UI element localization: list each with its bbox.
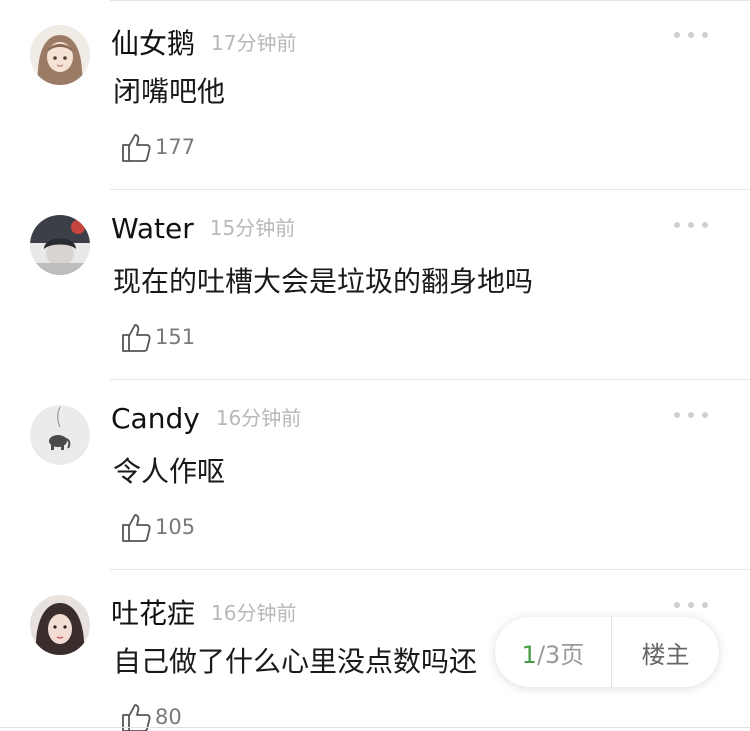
user-avatar[interactable] <box>30 215 90 275</box>
comment-time: 17分钟前 <box>211 31 297 55</box>
comment-time: 16分钟前 <box>211 601 297 625</box>
comment-text: 现在的吐槽大会是垃圾的翻身地吗 <box>113 265 534 298</box>
comment-text: 闭嘴吧他 <box>113 75 226 108</box>
more-options-icon[interactable] <box>674 220 708 230</box>
more-options-icon[interactable] <box>674 600 708 610</box>
girl-avatar-icon <box>30 25 90 85</box>
more-options-icon[interactable] <box>674 410 708 420</box>
elephant-avatar-icon <box>30 405 90 465</box>
username-text: Water <box>111 212 194 245</box>
girl-photo-avatar-icon <box>30 595 90 655</box>
like-count: 105 <box>155 515 196 539</box>
comment-item: Candy 16分钟前 令人作呕 105 <box>0 380 750 570</box>
like-count: 80 <box>155 705 182 729</box>
comment-username[interactable]: 吐花症 16分钟前 <box>111 592 296 632</box>
comment-time: 16分钟前 <box>215 406 302 430</box>
username-text: Candy <box>111 402 200 435</box>
total-pages: /3页 <box>536 640 585 669</box>
thumbs-up-icon <box>122 514 151 542</box>
like-button[interactable]: 151 <box>120 320 195 354</box>
like-button[interactable]: 105 <box>120 510 195 544</box>
more-options-icon[interactable] <box>674 30 708 40</box>
photo-avatar-icon <box>30 215 90 275</box>
bottom-divider <box>0 727 750 728</box>
current-page: 1 <box>521 640 537 669</box>
comment-text: 自己做了什么心里没点数吗还 <box>113 645 478 678</box>
thumbs-up-icon <box>122 134 151 162</box>
comment-username[interactable]: Candy 16分钟前 <box>111 402 301 435</box>
comment-username[interactable]: 仙女鹅 17分钟前 <box>111 22 296 62</box>
user-avatar[interactable] <box>30 595 90 655</box>
like-button[interactable]: 177 <box>120 130 195 164</box>
floating-pager: 1/3页 楼主 <box>495 617 719 687</box>
page-indicator-button[interactable]: 1/3页 <box>495 635 611 670</box>
like-count: 177 <box>155 135 196 159</box>
username-text: 仙女鹅 <box>111 27 196 60</box>
user-avatar[interactable] <box>30 405 90 465</box>
comment-time: 15分钟前 <box>209 216 296 240</box>
host-only-button[interactable]: 楼主 <box>612 635 719 670</box>
thumbs-up-icon <box>122 324 151 352</box>
comment-item: 仙女鹅 17分钟前 闭嘴吧他 177 <box>0 0 750 190</box>
comment-text: 令人作呕 <box>113 455 226 488</box>
username-text: 吐花症 <box>111 597 196 630</box>
user-avatar[interactable] <box>30 25 90 85</box>
comment-item: Water 15分钟前 现在的吐槽大会是垃圾的翻身地吗 151 <box>0 190 750 380</box>
like-count: 151 <box>155 325 196 349</box>
comment-username[interactable]: Water 15分钟前 <box>111 212 295 245</box>
